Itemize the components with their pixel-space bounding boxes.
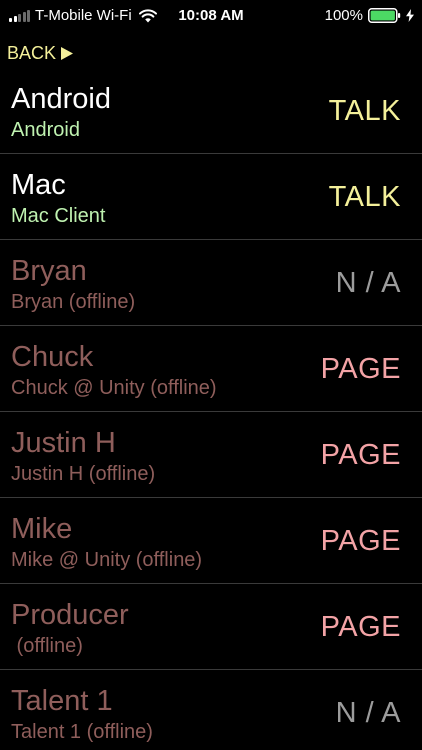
contact-row-justin-h[interactable]: Justin H Justin H (offline) PAGE	[0, 412, 422, 498]
contact-subtitle: Android	[11, 119, 80, 141]
contact-name: Bryan	[11, 255, 87, 287]
contact-row-producer[interactable]: Producer (offline) PAGE	[0, 584, 422, 670]
play-arrow-icon	[61, 47, 74, 60]
contact-name: Justin H	[11, 427, 116, 459]
contact-action-button[interactable]: TALK	[329, 180, 401, 214]
contact-action-label: N / A	[335, 697, 401, 729]
contact-action-label: N / A	[335, 267, 401, 299]
back-button-label: BACK	[7, 43, 57, 63]
contact-name: Chuck	[11, 341, 94, 373]
contact-row-bryan[interactable]: Bryan Bryan (offline) N / A	[0, 240, 422, 326]
contact-action-button[interactable]: PAGE	[321, 610, 401, 644]
contact-subtitle: Chuck @ Unity (offline)	[11, 377, 217, 399]
status-right: 100%	[325, 7, 414, 24]
charging-bolt-icon	[406, 9, 414, 22]
contact-row-mike[interactable]: Mike Mike @ Unity (offline) PAGE	[0, 498, 422, 584]
contact-action-button[interactable]: PAGE	[321, 438, 401, 472]
contact-name: Talent 1	[11, 685, 113, 717]
contact-subtitle: Talent 1 (offline)	[11, 721, 153, 743]
contact-action-button[interactable]: PAGE	[321, 352, 401, 386]
status-bar: T-Mobile Wi-Fi 10:08 AM 100%	[0, 0, 422, 32]
contact-name: Mike	[11, 513, 73, 545]
contact-subtitle: Justin H (offline)	[11, 463, 156, 485]
battery-icon	[368, 8, 401, 23]
contact-row-talent-1[interactable]: Talent 1 Talent 1 (offline) N / A	[0, 670, 422, 750]
contact-row-android[interactable]: Android Android TALK	[0, 68, 422, 154]
contact-subtitle: Bryan (offline)	[11, 291, 136, 313]
contact-name: Producer	[11, 599, 129, 631]
contact-row-chuck[interactable]: Chuck Chuck @ Unity (offline) PAGE	[0, 326, 422, 412]
contact-list: Android Android TALK Mac Mac Client TALK…	[0, 68, 422, 750]
contact-name: Mac	[11, 169, 66, 201]
contact-action-button[interactable]: TALK	[329, 94, 401, 128]
battery-percent: 100%	[324, 7, 363, 24]
contact-row-mac[interactable]: Mac Mac Client TALK	[0, 154, 422, 240]
contact-action-button[interactable]: PAGE	[321, 524, 401, 558]
contact-subtitle: (offline)	[11, 635, 83, 657]
back-button[interactable]: BACK	[7, 43, 74, 64]
contact-subtitle: Mac Client	[11, 205, 106, 227]
contact-name: Android	[11, 83, 111, 115]
contact-subtitle: Mike @ Unity (offline)	[11, 549, 203, 571]
